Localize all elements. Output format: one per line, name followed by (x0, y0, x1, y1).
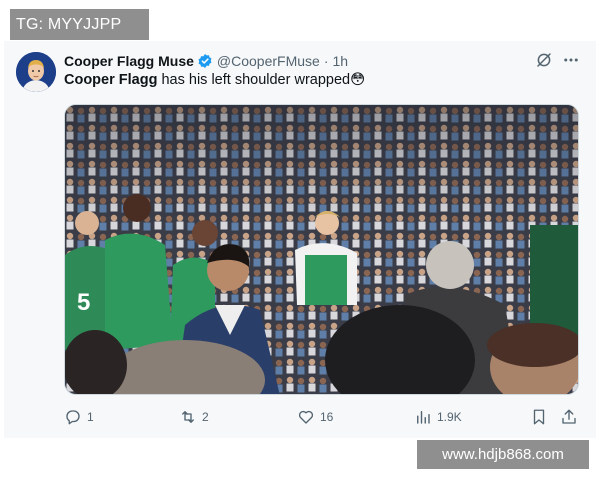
reply-button[interactable]: 1 (64, 407, 94, 427)
repost-icon (182, 411, 194, 423)
tweet-text-mention[interactable]: Cooper Flagg (64, 72, 157, 88)
views-icon (417, 411, 430, 424)
avatar[interactable] (16, 52, 56, 92)
bookmark-icon (533, 409, 545, 425)
tg-label: TG: MYYJJPP (10, 9, 149, 40)
arena-crowd-photo: 5 (65, 105, 578, 394)
reply-icon (66, 410, 80, 425)
watermark: www.hdjb868.com (417, 440, 589, 469)
verified-badge-icon (198, 54, 212, 68)
share-button[interactable] (560, 407, 583, 427)
repost-count: 2 (202, 410, 209, 424)
views-count: 1.9K (437, 410, 462, 424)
svg-text:5: 5 (77, 289, 90, 316)
views-button[interactable]: 1.9K (414, 407, 462, 427)
like-count: 16 (320, 410, 334, 424)
display-name[interactable]: Cooper Flagg Muse (64, 53, 194, 69)
share-icon (562, 409, 576, 424)
grok-icon[interactable] (535, 51, 553, 69)
tweet-actions: 1 2 16 1.9K (64, 407, 584, 427)
avatar-image (16, 52, 56, 92)
separator-dot: · (323, 53, 329, 69)
like-button[interactable]: 16 (297, 407, 333, 427)
timestamp[interactable]: 1h (333, 53, 349, 69)
more-icon[interactable] (562, 51, 580, 69)
reply-count: 1 (87, 410, 94, 424)
tweet-header: Cooper Flagg Muse @CooperFMuse · 1h (64, 52, 348, 70)
handle[interactable]: @CooperFMuse (217, 53, 320, 69)
bookmark-button[interactable] (530, 407, 553, 427)
tweet-text-body: has his left shoulder wrapped😳 (157, 72, 366, 88)
repost-button[interactable]: 2 (179, 407, 209, 427)
tweet-photo[interactable]: 5 (64, 104, 579, 395)
heart-icon (298, 410, 314, 424)
tweet-text: Cooper Flagg has his left shoulder wrapp… (64, 72, 365, 88)
